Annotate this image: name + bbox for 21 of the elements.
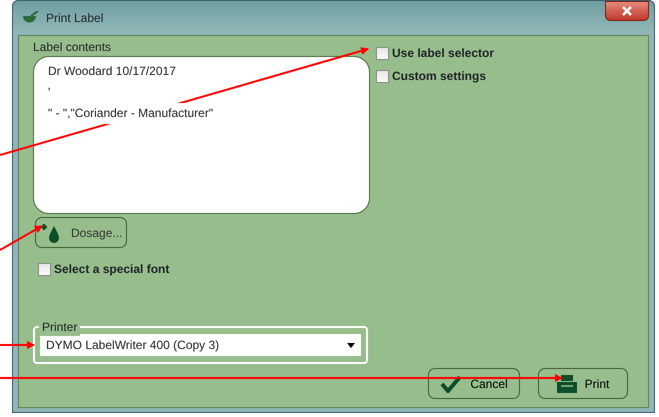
checkmark-icon (440, 374, 462, 392)
annotation-arrow (0, 225, 43, 251)
dosage-button[interactable]: Dosage... (35, 217, 127, 248)
label-contents-label: Label contents (33, 39, 112, 56)
checkbox[interactable] (38, 262, 51, 276)
printer-dropdown[interactable]: DYMO LabelWriter 400 (Copy 3) (40, 334, 361, 356)
checkbox[interactable] (376, 46, 389, 60)
checkbox-label: Select a special font (54, 261, 170, 278)
checkbox-label: Use label selector (392, 45, 494, 62)
checkbox[interactable] (376, 70, 389, 82)
close-button[interactable] (605, 1, 649, 21)
window-title: Print Label (46, 10, 104, 27)
close-icon (621, 6, 633, 16)
cancel-button[interactable]: Cancel (428, 368, 520, 399)
mortar-pestle-icon (22, 11, 40, 25)
print-button[interactable]: Print (538, 368, 628, 399)
dropdown-caret-icon (347, 342, 355, 348)
annotation-arrow (0, 341, 35, 349)
checkbox-label: Custom settings (392, 68, 486, 85)
label-contents-field[interactable]: Dr Woodard 10/17/2017 ' " - ","Coriander - Manufacturer" (33, 56, 370, 214)
printer-icon (556, 374, 577, 392)
